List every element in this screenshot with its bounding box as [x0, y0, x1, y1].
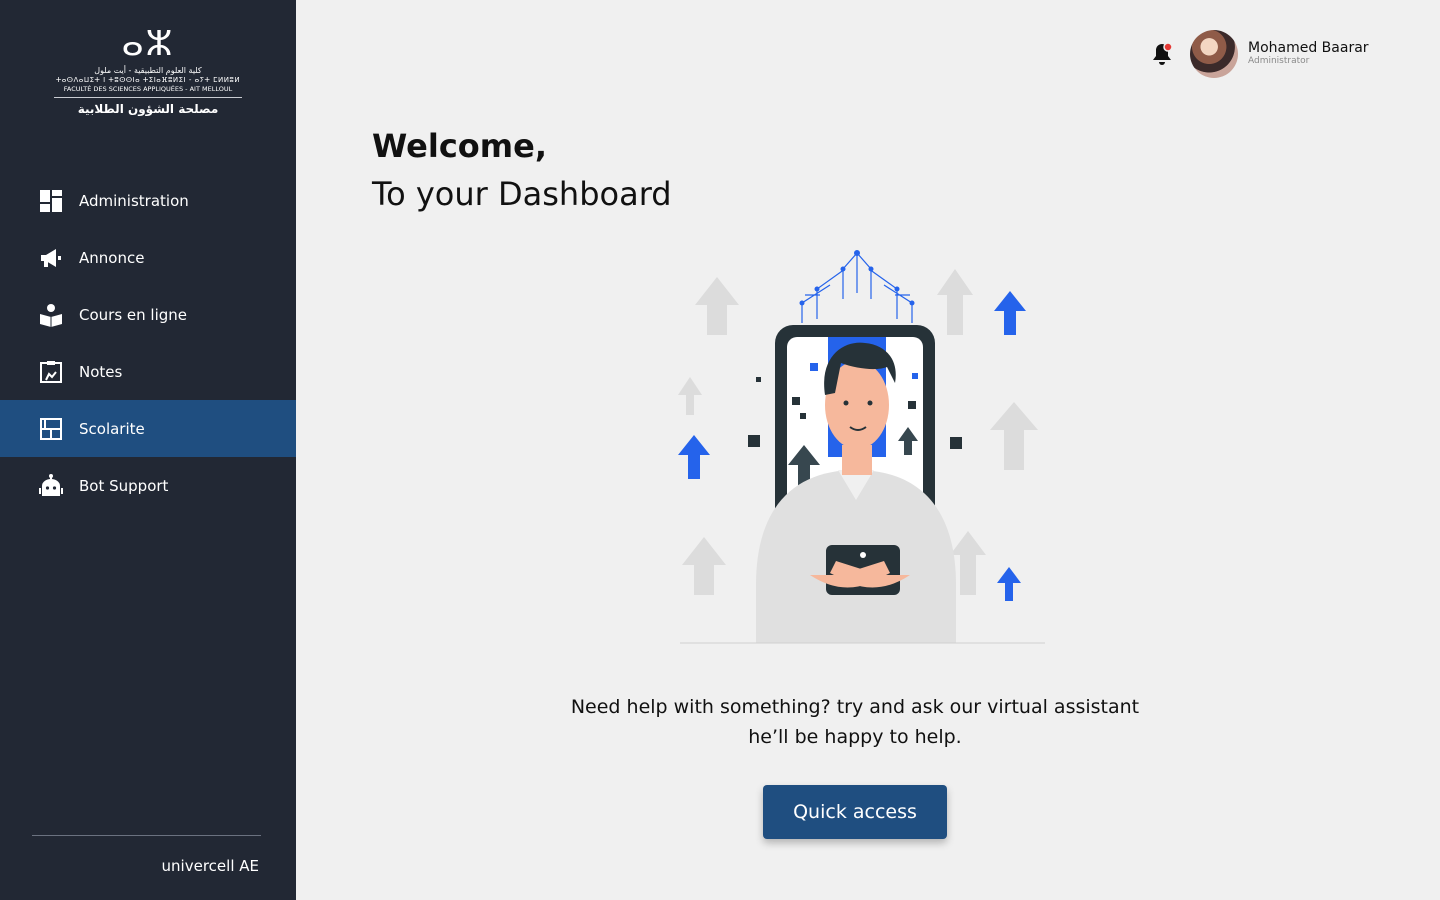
robot-icon — [39, 473, 63, 498]
quick-access-button[interactable]: Quick access — [763, 785, 947, 839]
faculty-logo: ⴰⵣ كلية العلوم التطبيقية - أيت ملول ⵜⴰⵙⴷ… — [50, 22, 246, 132]
notification-bell-icon[interactable] — [1151, 42, 1173, 66]
sidebar-item-label: Scolarite — [79, 419, 145, 438]
help-line-2: he’ll be happy to help. — [748, 726, 962, 748]
user-role: Administrator — [1248, 56, 1310, 66]
sidebar-item-label: Administration — [79, 191, 189, 210]
sidebar-item-label: Annonce — [79, 248, 145, 267]
megaphone-icon — [39, 246, 63, 270]
sidebar-item-label: Notes — [79, 362, 123, 381]
book-reader-icon — [39, 303, 63, 327]
user-name[interactable]: Mohamed Baarar — [1248, 40, 1369, 56]
page-title: Welcome, To your Dashboard — [372, 122, 672, 218]
logo-arabic-line: كلية العلوم التطبيقية - أيت ملول — [94, 66, 202, 75]
sidebar-divider — [32, 835, 261, 836]
notification-dot — [1163, 42, 1173, 52]
welcome-heading: Welcome, — [372, 127, 547, 165]
help-text: Need help with something? try and ask ou… — [500, 692, 1210, 752]
sidebar: ⴰⵣ كلية العلوم التطبيقية - أيت ملول ⵜⴰⵙⴷ… — [0, 0, 296, 900]
sidebar-item-annonce[interactable]: Annonce — [0, 229, 296, 286]
dashboard-icon — [39, 189, 63, 213]
layout-icon — [39, 417, 63, 441]
logo-divider — [54, 97, 242, 98]
dashboard-illustration — [678, 250, 1045, 644]
logo-tifinagh-line: ⵜⴰⵙⴷⴰⵡⵉⵜ ⵏ ⵜⵓⵙⵙⵏⴰ ⵜⵉⵏⴰⴼⵓⵍⵉⵏ - ⴰⵢⵜ ⵎⵍⵍⵓⵍ — [55, 76, 241, 84]
sidebar-item-cours-en-ligne[interactable]: Cours en ligne — [0, 286, 296, 343]
sidebar-item-scolarite[interactable]: Scolarite — [0, 400, 296, 457]
sidebar-item-notes[interactable]: Notes — [0, 343, 296, 400]
sidebar-item-bot-support[interactable]: Bot Support — [0, 457, 296, 514]
sidebar-item-administration[interactable]: Administration — [0, 172, 296, 229]
sidebar-nav: Administration Annonce Cours en ligne No… — [0, 172, 296, 514]
sidebar-item-label: Cours en ligne — [79, 305, 188, 324]
footer-brand: univercell AE — [161, 857, 259, 875]
help-line-1: Need help with something? try and ask ou… — [570, 696, 1140, 718]
sidebar-item-label: Bot Support — [79, 476, 169, 495]
logo-calligraphy: ⴰⵣ — [121, 24, 175, 64]
welcome-subheading: To your Dashboard — [372, 175, 672, 213]
avatar[interactable] — [1190, 30, 1238, 78]
logo-french-line: FACULTÉ DES SCIENCES APPLIQUÉES - AIT ME… — [63, 85, 233, 93]
clipboard-icon — [39, 360, 63, 384]
logo-service-line: مصلحة الشؤون الطلابية — [77, 102, 219, 116]
